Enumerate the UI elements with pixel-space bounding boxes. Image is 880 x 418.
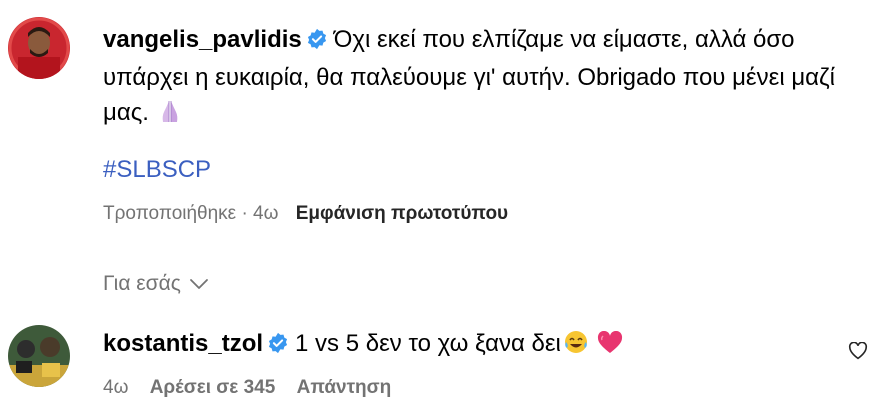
view-original-button[interactable]: Εμφάνιση πρωτοτύπου: [296, 203, 508, 224]
verified-badge-icon: [306, 25, 328, 60]
verified-badge-icon: [267, 331, 289, 363]
post-author-username[interactable]: vangelis_pavlidis: [103, 26, 302, 53]
pray-hands-icon: [158, 98, 182, 134]
comment-body: kostantis_tzol 1 vs 5 δεν το χω ξανα δει: [103, 328, 623, 364]
commenter-avatar[interactable]: [8, 325, 70, 387]
post-time: 4ω: [253, 203, 279, 224]
comment-likes[interactable]: Αρέσει σε 345: [150, 377, 276, 398]
edited-label: Τροποποιήθηκε: [103, 203, 237, 224]
post-meta: Τροποποιήθηκε · 4ω Εμφάνιση πρωτοτύπου: [103, 203, 508, 225]
chevron-down-icon: [189, 279, 208, 289]
like-comment-button[interactable]: [848, 341, 868, 365]
post-caption: vangelis_pavlidis Όχι εκεί που ελπίζαμε ν…: [103, 22, 863, 134]
comment-filter-label: Για εσάς: [103, 272, 181, 295]
commenter-username[interactable]: kostantis_tzol: [103, 330, 263, 357]
meta-separator: ·: [241, 203, 248, 224]
comment-text: 1 vs 5 δεν το χω ξανα δει: [295, 330, 561, 357]
comment-meta: 4ω Αρέσει σε 345 Απάντηση: [103, 377, 407, 399]
comment-time: 4ω: [103, 377, 129, 398]
comment-filter-dropdown[interactable]: Για εσάς: [103, 272, 209, 296]
post-author-avatar[interactable]: [8, 17, 70, 79]
reply-button[interactable]: Απάντηση: [297, 377, 392, 398]
heart-outline-icon: [848, 341, 868, 360]
post-hashtag[interactable]: #SLBSCP: [103, 156, 211, 184]
heart-icon: [597, 330, 623, 364]
laughing-tears-icon: [563, 329, 589, 364]
